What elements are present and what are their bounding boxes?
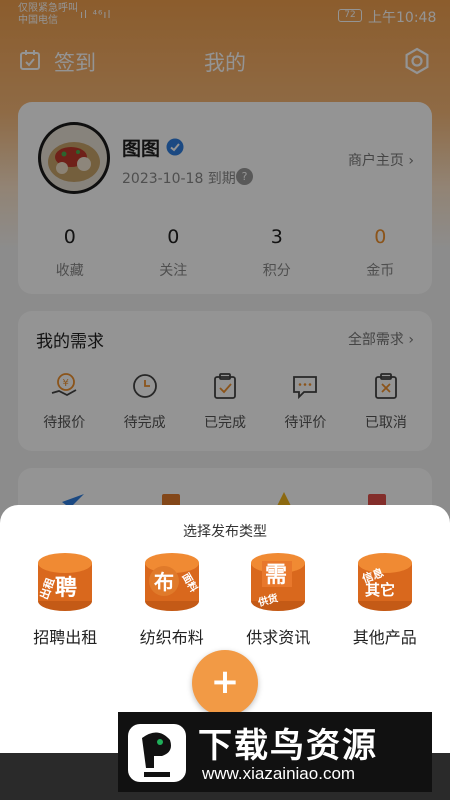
- drum-glyph: 需: [265, 563, 287, 588]
- supply-drum-icon: 需 供货: [248, 551, 308, 613]
- drum-glyph: 聘: [55, 576, 77, 601]
- publish-type-label: 招聘出租: [33, 628, 98, 647]
- publish-type-label: 纺织布料: [139, 628, 204, 647]
- publish-other-products[interactable]: 信息 其它 其他产品: [332, 551, 439, 648]
- watermark-title: 下载鸟资源: [198, 726, 378, 766]
- publish-textile-fabric[interactable]: 布 面料 纺织布料: [119, 551, 226, 648]
- sheet-title: 选择发布类型: [183, 524, 267, 540]
- publish-type-label: 供求资讯: [246, 628, 311, 647]
- publish-plus-button[interactable]: +: [192, 650, 258, 716]
- other-drum-icon: 信息 其它: [355, 551, 415, 613]
- drum-glyph: 布: [154, 570, 174, 594]
- bird-logo-icon: [124, 718, 190, 790]
- publish-recruit-rent[interactable]: 出租 聘 招聘出租: [12, 551, 119, 648]
- fabric-drum-icon: 布 面料: [142, 551, 202, 613]
- watermark-url: www.xiazainiao.com: [202, 764, 356, 783]
- drum-glyph: 其它: [365, 581, 395, 599]
- publish-type-list: 出租 聘 招聘出租 布 面料 纺织布料 需 供货 供求资讯 信息 其它 其他产品: [0, 551, 450, 648]
- watermark-banner: 下载鸟资源 www.xiazainiao.com: [118, 712, 432, 792]
- recruit-drum-icon: 出租 聘: [35, 551, 95, 613]
- publish-supply-demand[interactable]: 需 供货 供求资讯: [225, 551, 332, 648]
- publish-type-label: 其他产品: [352, 628, 417, 647]
